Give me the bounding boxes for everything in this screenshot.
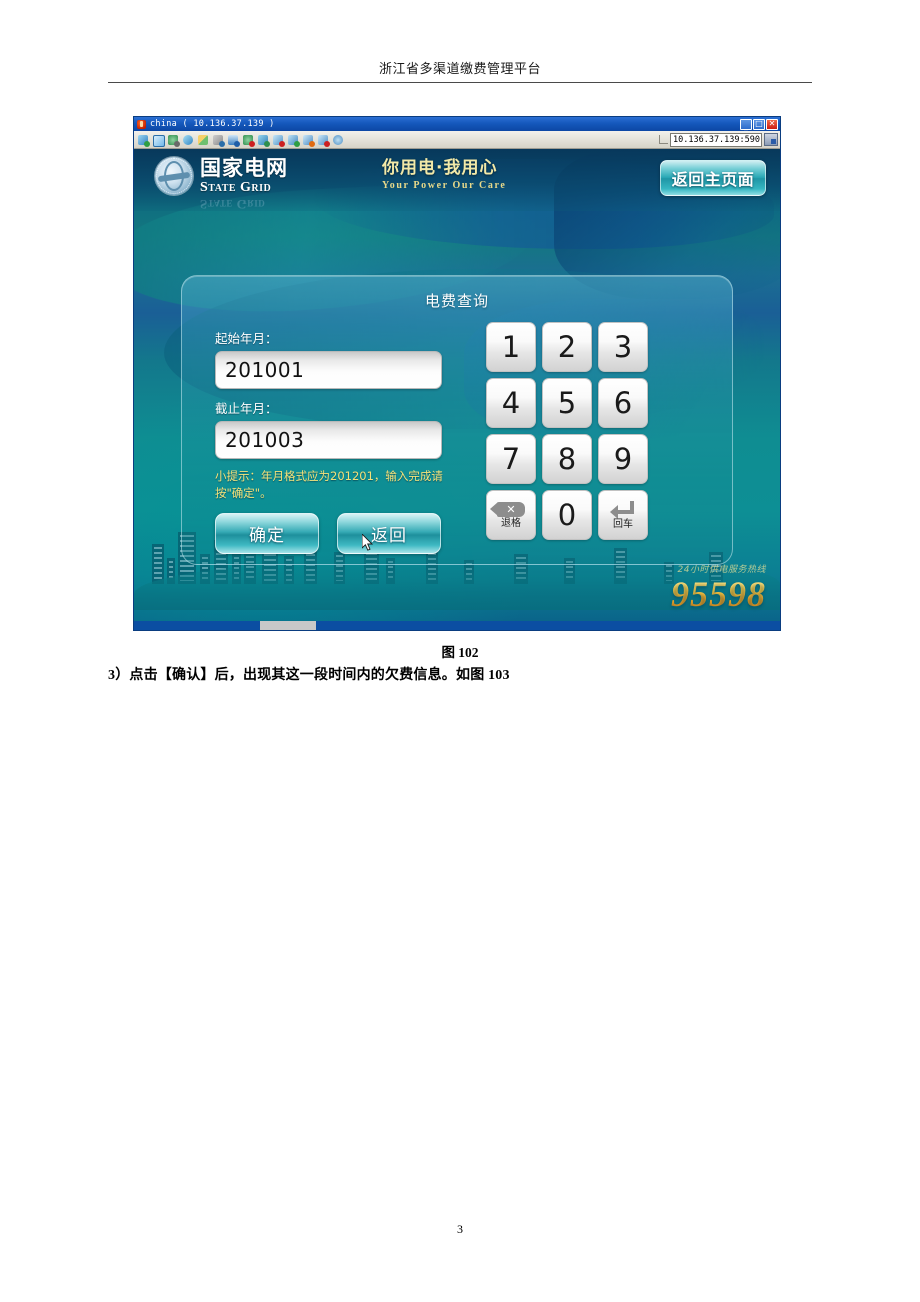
refresh-icon[interactable] xyxy=(181,133,195,147)
record-icon[interactable] xyxy=(286,133,300,147)
keyboard-icon[interactable] xyxy=(211,133,225,147)
key-enter[interactable]: 回车 xyxy=(598,490,648,540)
brand-logo: 国家电网 State Grid xyxy=(155,157,288,195)
panel-title: 电费查询 xyxy=(424,292,489,310)
maximize-button[interactable]: □ xyxy=(753,118,765,130)
page-number: 3 xyxy=(457,1222,463,1236)
key-3-label: 3 xyxy=(613,329,633,364)
close-icon: ✕ xyxy=(768,119,776,128)
query-form: 起始年月： 201001 截止年月： 201003 小提示：年月格式应为2012… xyxy=(215,328,455,555)
key-0[interactable]: 0 xyxy=(542,490,592,540)
service-hotline: 24小时供电服务热线 95598 xyxy=(671,566,766,614)
minimize-button[interactable]: _ xyxy=(740,118,752,130)
key-5-label: 5 xyxy=(557,385,577,420)
key-6[interactable]: 6 xyxy=(598,378,648,428)
key-8[interactable]: 8 xyxy=(542,434,592,484)
toolbar-separator xyxy=(659,135,668,144)
brand-name-en: State Grid xyxy=(200,179,272,195)
key-2-label: 2 xyxy=(557,329,577,364)
key-backspace[interactable]: ✕ 退格 xyxy=(486,490,536,540)
vnc-window: china ( 10.136.37.139 ) _ □ ✕ 10.136.37.… xyxy=(133,116,781,631)
document-header-title: 浙江省多渠道缴费管理平台 xyxy=(378,61,541,76)
key-5[interactable]: 5 xyxy=(542,378,592,428)
disconnect-icon[interactable] xyxy=(241,133,255,147)
app-icon xyxy=(137,119,146,129)
end-year-month-label: 截止年月： xyxy=(215,401,278,416)
document-page: 浙江省多渠道缴费管理平台 china ( 10.136.37.139 ) _ □… xyxy=(0,0,920,1302)
brand-name-cn: 国家电网 xyxy=(200,155,288,180)
slogan-cn: 你用电·我用心 xyxy=(382,158,498,178)
info-icon[interactable] xyxy=(331,133,345,147)
key-9-label: 9 xyxy=(613,441,633,476)
chat-icon[interactable] xyxy=(316,133,330,147)
key-9[interactable]: 9 xyxy=(598,434,648,484)
vnc-toolbar: 10.136.37.139:5901 xyxy=(134,131,780,149)
window-title: china ( 10.136.37.139 ) xyxy=(150,119,275,129)
brand-reflection: State Grid xyxy=(200,197,266,212)
brand-slogan: 你用电·我用心 Your Power Our Care xyxy=(382,160,506,191)
action-button-row: 确定 返回 xyxy=(215,513,455,555)
window-controls: _ □ ✕ xyxy=(740,118,780,130)
confirm-button[interactable]: 确定 xyxy=(215,513,319,555)
new-window-icon[interactable] xyxy=(151,133,165,147)
file-transfer-icon[interactable] xyxy=(271,133,285,147)
key-8-label: 8 xyxy=(557,441,577,476)
key-7[interactable]: 7 xyxy=(486,434,536,484)
slogan-en: Your Power Our Care xyxy=(382,180,507,191)
maximize-icon: □ xyxy=(755,119,763,128)
back-button[interactable]: 返回 xyxy=(337,513,441,555)
document-header-rule xyxy=(108,82,812,83)
key-3[interactable]: 3 xyxy=(598,322,648,372)
key-7-label: 7 xyxy=(501,441,521,476)
key-enter-label: 回车 xyxy=(613,518,633,530)
fullscreen-icon[interactable] xyxy=(196,133,210,147)
key-4-label: 4 xyxy=(501,385,521,420)
start-year-month-label: 起始年月： xyxy=(215,331,278,346)
format-hint-text: 小提示：年月格式应为201201，输入完成请按"确定"。 xyxy=(215,469,443,500)
taskbar-fragment xyxy=(260,621,316,630)
key-1[interactable]: 1 xyxy=(486,322,536,372)
connection-status-icon[interactable] xyxy=(764,133,778,146)
return-home-label: 返回主页面 xyxy=(671,170,755,189)
state-grid-globe-icon xyxy=(155,157,193,195)
clipboard-icon[interactable] xyxy=(256,133,270,147)
figure-caption: 图 102 xyxy=(441,645,479,660)
minimize-icon: _ xyxy=(744,120,748,130)
save-icon[interactable] xyxy=(301,133,315,147)
key-1-label: 1 xyxy=(501,329,521,364)
start-year-month-input[interactable]: 201001 xyxy=(215,351,442,389)
confirm-button-label: 确定 xyxy=(249,526,285,547)
back-button-label: 返回 xyxy=(371,526,407,547)
toolbar-icon-group xyxy=(136,133,345,147)
kiosk-app-viewport: 国家电网 State Grid State Grid 你用电·我用心 Your … xyxy=(134,149,780,630)
end-year-month-input[interactable]: 201003 xyxy=(215,421,442,459)
backspace-icon: ✕ xyxy=(490,501,525,517)
window-title-bar: china ( 10.136.37.139 ) _ □ ✕ xyxy=(134,117,780,131)
send-ctrlaltdel-icon[interactable] xyxy=(226,133,240,147)
close-button[interactable]: ✕ xyxy=(766,118,778,130)
enter-arrow-icon xyxy=(610,500,636,519)
logo-ring xyxy=(156,158,192,194)
return-home-button[interactable]: 返回主页面 xyxy=(660,160,766,196)
hotline-number: 95598 xyxy=(671,574,766,614)
key-6-label: 6 xyxy=(613,385,633,420)
key-backspace-label: 退格 xyxy=(501,517,521,529)
connection-icon[interactable] xyxy=(136,133,150,147)
query-panel: 电费查询 起始年月： 201001 截止年月： 201003 小提示：年月格式应… xyxy=(181,275,733,565)
key-4[interactable]: 4 xyxy=(486,378,536,428)
address-input[interactable]: 10.136.37.139:5901 xyxy=(670,132,762,147)
app-header: 国家电网 State Grid State Grid 你用电·我用心 Your … xyxy=(134,149,780,212)
key-0-label: 0 xyxy=(557,497,577,532)
key-2[interactable]: 2 xyxy=(542,322,592,372)
document-body-text: 3）点击【确认】后，出现其这一段时间内的欠费信息。如图 103 xyxy=(108,668,510,683)
options-icon[interactable] xyxy=(166,133,180,147)
numeric-keypad: 1 2 3 4 5 6 7 8 9 ✕ 退格 0 回车 xyxy=(486,322,648,540)
window-bottom-strip xyxy=(134,621,780,630)
